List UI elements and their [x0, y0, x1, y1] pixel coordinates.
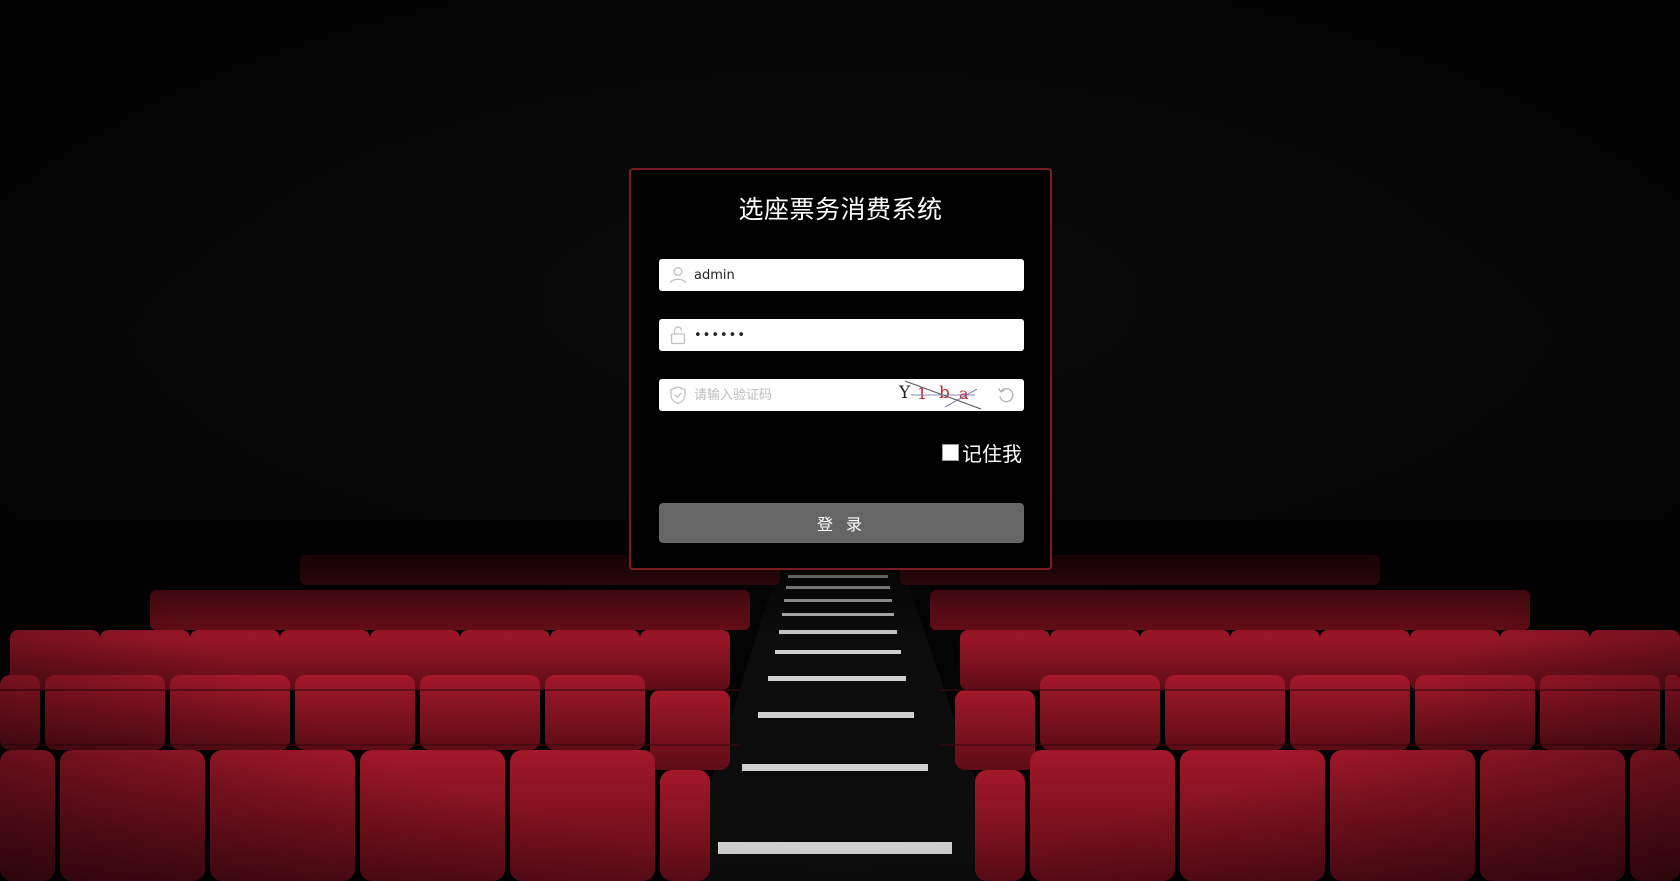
captcha-char-3: b — [939, 383, 950, 403]
remember-me[interactable]: 记住我 — [942, 440, 1022, 466]
captcha-image[interactable]: Y 1 b a — [895, 379, 991, 411]
remember-checkbox[interactable] — [942, 443, 959, 461]
captcha-char-1: Y — [898, 383, 911, 403]
remember-label: 记住我 — [962, 441, 1022, 466]
shield-check-icon — [668, 385, 688, 405]
username-input[interactable] — [694, 259, 1014, 291]
password-input[interactable] — [694, 319, 1014, 351]
login-panel: 选座票务消费系统 Y 1 b — [629, 168, 1052, 570]
user-icon — [668, 265, 688, 285]
refresh-icon[interactable] — [996, 385, 1016, 405]
captcha-field[interactable]: Y 1 b a — [659, 379, 1024, 411]
username-field[interactable] — [659, 259, 1024, 291]
lock-icon — [668, 325, 688, 345]
page-title: 选座票务消费系统 — [738, 195, 943, 224]
login-button[interactable]: 登 录 — [659, 503, 1024, 543]
password-field[interactable] — [659, 319, 1024, 351]
captcha-input[interactable] — [694, 379, 874, 411]
captcha-char-4: a — [959, 384, 969, 403]
